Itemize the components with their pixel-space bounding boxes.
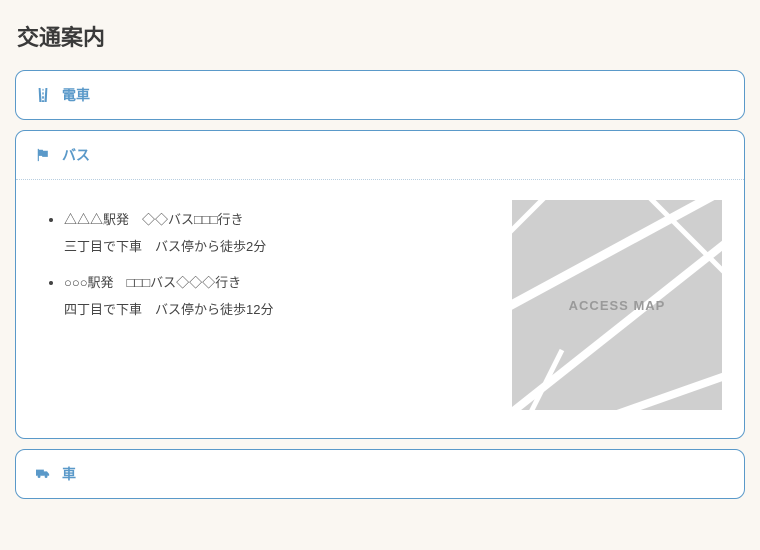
bus-line-1: △△△駅発 ◇◇バス□□□行き xyxy=(64,212,244,227)
bus-content: △△△駅発 ◇◇バス□□□行き 三丁目で下車 バス停から徒歩2分 ○○○駅発 □… xyxy=(38,200,722,410)
accordion-body-bus: △△△駅発 ◇◇バス□□□行き 三丁目で下車 バス停から徒歩2分 ○○○駅発 □… xyxy=(16,179,744,438)
accordion-header-car[interactable]: 車 xyxy=(16,450,744,498)
map-label: ACCESS MAP xyxy=(569,298,666,313)
list-item: △△△駅発 ◇◇バス□□□行き 三丁目で下車 バス停から徒歩2分 xyxy=(64,206,472,261)
road-icon xyxy=(34,86,52,104)
bus-line-1: ○○○駅発 □□□バス◇◇◇行き xyxy=(64,275,241,290)
accordion-label-train: 電車 xyxy=(62,85,90,105)
accordion-car: 車 xyxy=(15,449,745,499)
bus-line-2: 三丁目で下車 バス停から徒歩2分 xyxy=(64,239,266,254)
access-map-placeholder: ACCESS MAP xyxy=(512,200,722,410)
truck-icon xyxy=(34,465,52,483)
bus-list: △△△駅発 ◇◇バス□□□行き 三丁目で下車 バス停から徒歩2分 ○○○駅発 □… xyxy=(38,200,472,410)
accordion-label-car: 車 xyxy=(62,464,76,484)
bus-line-2: 四丁目で下車 バス停から徒歩12分 xyxy=(64,302,273,317)
accordion-bus: バス △△△駅発 ◇◇バス□□□行き 三丁目で下車 バス停から徒歩2分 ○○○駅… xyxy=(15,130,745,439)
flag-icon xyxy=(34,146,52,164)
accordion-header-bus[interactable]: バス xyxy=(16,131,744,179)
list-item: ○○○駅発 □□□バス◇◇◇行き 四丁目で下車 バス停から徒歩12分 xyxy=(64,269,472,324)
accordion-label-bus: バス xyxy=(62,145,90,165)
accordion-header-train[interactable]: 電車 xyxy=(16,71,744,119)
accordion-train: 電車 xyxy=(15,70,745,120)
page-title: 交通案内 xyxy=(15,0,745,70)
